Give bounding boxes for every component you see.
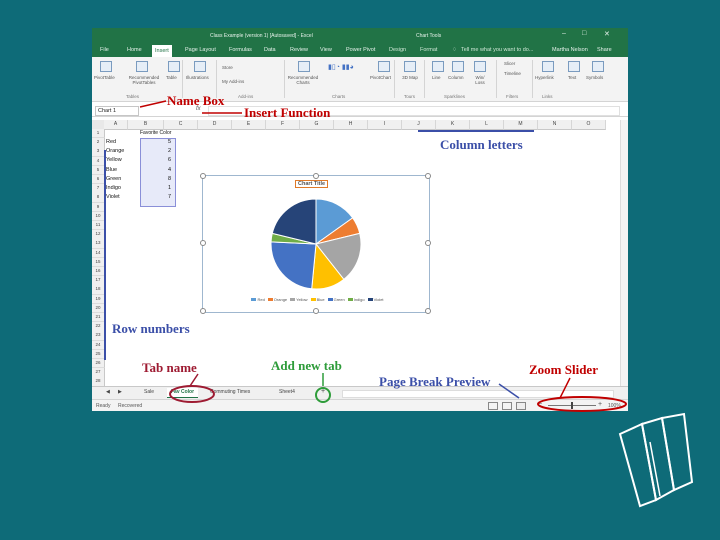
zoom-slider-arrow (559, 377, 571, 399)
annotation-row-numbers: Row numbers (112, 321, 190, 336)
annotation-name-box: Name Box (167, 93, 225, 108)
annotation-overlay (104, 100, 627, 412)
annotation-tab-name: Tab name (142, 360, 197, 375)
annotation-page-break-preview: Page Break Preview (379, 374, 491, 389)
annotation-add-new-tab: Add new tab (271, 358, 342, 373)
page-break-arrow (498, 383, 520, 399)
name-box-arrow (139, 100, 167, 108)
annotation-insert-function: Insert Function (244, 105, 331, 120)
tab-name-circle (169, 385, 215, 403)
add-tab-circle (315, 387, 331, 403)
annotation-column-letters: Column letters (440, 137, 523, 152)
zoom-slider-circle (537, 396, 627, 412)
logo-icon (618, 412, 694, 508)
annotation-zoom-slider: Zoom Slider (529, 362, 598, 377)
